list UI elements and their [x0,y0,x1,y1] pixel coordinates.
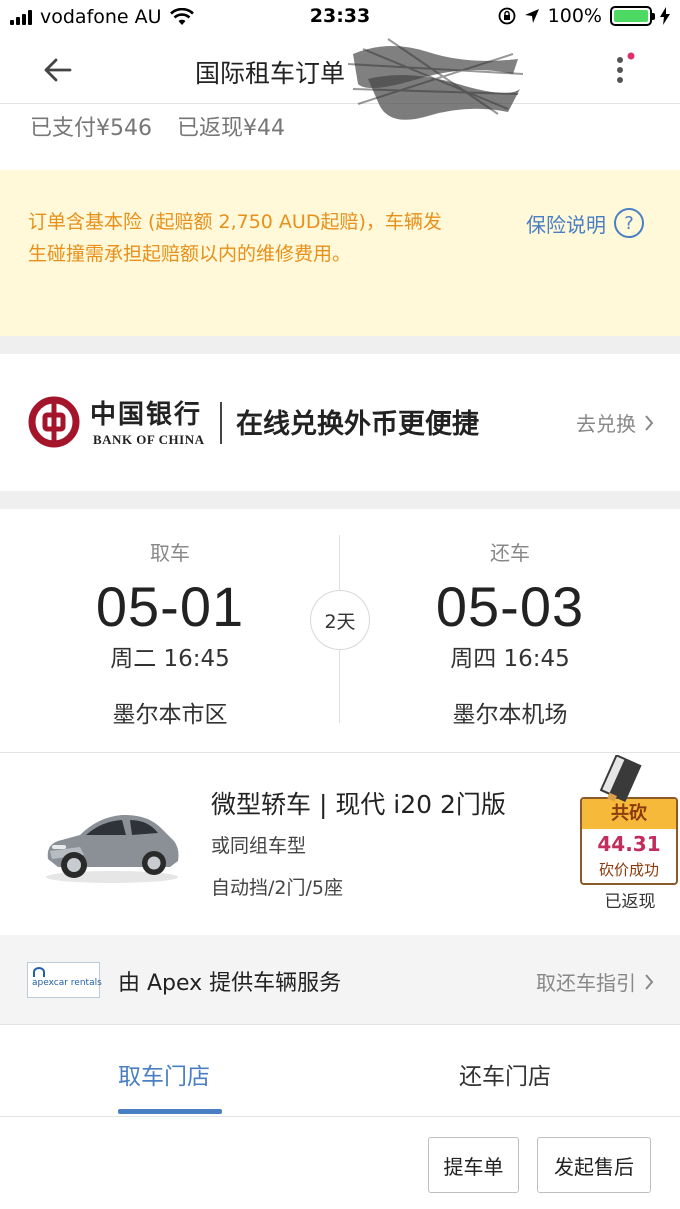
active-tab-indicator [118,1109,222,1114]
banner-divider [220,402,222,444]
car-image [46,814,179,883]
store-tabs: 取车门店 还车门店 [0,1025,680,1117]
redaction-scribble [348,38,523,120]
insurance-info-link[interactable]: 保险说明 ? [526,208,644,238]
tab-dropoff-store[interactable]: 还车门店 [459,1057,551,1091]
bottom-action-bar: 提车单 发起售后 [0,1117,680,1209]
pickup-date: 05-01 [95,575,245,638]
battery-percent: 100% [547,5,602,27]
dropoff-label: 还车 [490,541,530,565]
dropoff-info: 还车 05-03 周四 16:45 墨尔本机场 [340,509,680,729]
bargain-returned: 已返现 [604,892,656,912]
tab-pickup-store[interactable]: 取车门店 [118,1057,210,1091]
pickup-guide-link[interactable]: 取还车指引 [536,967,654,996]
location-arrow-icon [524,9,539,23]
rotation-lock-icon [498,7,516,25]
cashback-amount: 已返现¥44 [177,116,285,141]
pickup-guide-label: 取还车指引 [536,971,636,995]
exchange-link[interactable]: 去兑换 [576,408,654,437]
bargain-header: 共砍 [582,799,676,829]
provider-text: 由 Apex 提供车辆服务 [118,971,342,996]
section-divider [0,491,680,509]
battery-icon [610,6,655,26]
knife-icon [599,755,642,802]
dropoff-date: 05-03 [435,575,585,638]
apex-logo: apexcar rentals [27,962,102,998]
bargain-status: 砍价成功 [598,861,659,879]
more-menu-icon[interactable] [612,50,636,90]
status-bar: vodafone AU 23:33 100% [0,0,680,34]
car-specs: 自动挡/2门/5座 [211,877,343,899]
paid-amount: 已支付¥546 [30,116,152,141]
bargain-card: 共砍 44.31 砍价成功 [580,797,678,885]
dropoff-time: 周四 16:45 [450,646,570,672]
rental-period: 取车 05-01 周二 16:45 墨尔本市区 2天 还车 05-03 周四 1… [0,509,680,753]
apex-logo-text: apexcar rentals [32,978,102,988]
chevron-right-icon [645,414,654,431]
bank-of-china-logo-icon [28,396,80,448]
apex-logo-icon [33,967,45,977]
provider-row[interactable]: apexcar rentals 由 Apex 提供车辆服务 取还车指引 [0,935,680,1025]
bank-slogan: 在线兑换外币更便捷 [236,409,479,440]
nav-bar: 国际租车订单 [0,34,680,120]
back-arrow-icon[interactable] [40,52,76,88]
insurance-text: 订单含基本险 (起赔额 2,750 AUD起赔)，车辆发生碰撞需承担起赔额以内的… [28,211,442,265]
bargain-amount: 44.31 [597,832,661,856]
bargain-badge[interactable]: 共砍 44.31 砍价成功 已返现 [580,753,680,935]
payment-summary: 已支付¥546 已返现¥44 [30,110,303,142]
pickup-form-button[interactable]: 提车单 [428,1137,519,1193]
help-icon: ? [614,208,644,238]
page-title: 国际租车订单 [195,59,346,88]
bank-logo-en: BANK OF CHINA [93,432,205,447]
pickup-location: 墨尔本市区 [112,702,228,728]
car-info[interactable]: 微型轿车 | 现代 i20 2门版 或同组车型 自动挡/2门/5座 共砍 44.… [0,753,680,935]
pickup-time: 周二 16:45 [110,646,230,672]
pickup-info: 取车 05-01 周二 16:45 墨尔本市区 [0,509,340,729]
charging-icon [660,7,670,25]
car-similar: 或同组车型 [211,835,307,857]
exchange-link-label: 去兑换 [576,412,636,436]
car-model: 微型轿车 | 现代 i20 2门版 [211,790,506,819]
pickup-label: 取车 [150,541,190,565]
bank-banner[interactable]: 中国银行 BANK OF CHINA 在线兑换外币更便捷 去兑换 [0,354,680,491]
bank-logo-cn: 中国银行 [90,400,203,430]
chevron-right-icon [645,973,654,990]
section-divider [0,336,680,354]
after-sales-button[interactable]: 发起售后 [537,1137,651,1193]
insurance-link-label: 保险说明 [526,212,606,237]
insurance-notice: 订单含基本险 (起赔额 2,750 AUD起赔)，车辆发生碰撞需承担起赔额以内的… [0,170,680,336]
dropoff-location: 墨尔本机场 [452,702,568,728]
